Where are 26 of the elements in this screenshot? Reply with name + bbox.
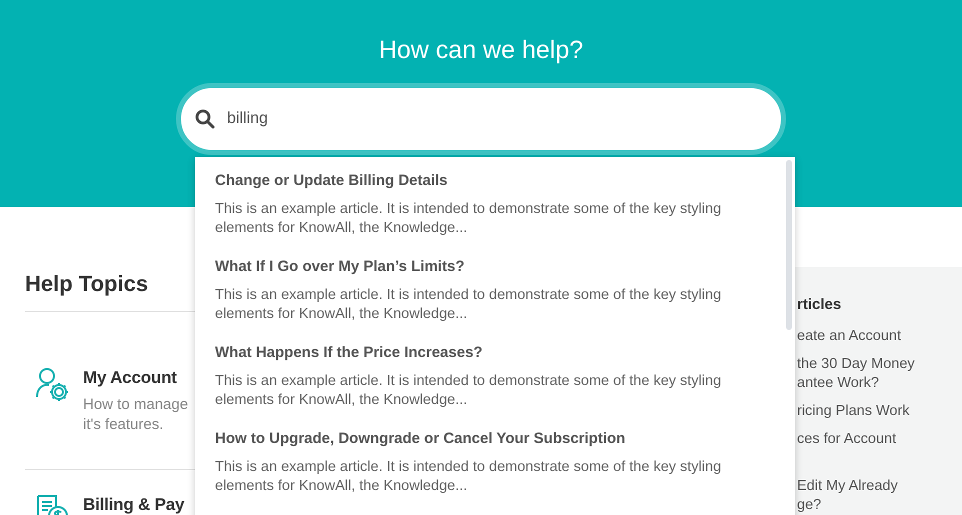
article-link[interactable]: antee Work? [797,374,962,393]
article-link[interactable]: the 30 Day Money [797,355,962,374]
search-icon [195,109,215,129]
result-excerpt: This is an example article. It is intended to demonstrate some of the key styling elements for KnowAll, the Knowledge... [215,458,722,496]
result-title-link[interactable]: What Happens If the Price Increases? [215,343,775,363]
panel-heading: rticles [797,295,842,315]
topic-title-link[interactable]: My Account [83,367,188,389]
search-input[interactable]: billing [225,106,781,132]
topic-title-link[interactable]: Billing & Pay [83,494,184,515]
result-excerpt: This is an example article. It is intended to demonstrate some of the key styling elements for KnowAll, the Knowledge... [215,286,722,324]
scrollbar-thumb[interactable] [786,160,792,330]
page-heading: How can we help? [378,35,584,66]
topic-description: How to manage it's features. [83,395,188,435]
result-excerpt: This is an example article. It is intended to demonstrate some of the key styling elements for KnowAll, the Knowledge... [215,372,722,410]
result-title-link[interactable]: Change or Update Billing Details [215,171,775,191]
result-title-link[interactable]: What If I Go over My Plan’s Limits? [215,257,775,277]
search-field[interactable]: billing [176,83,786,155]
article-link[interactable]: ge? [797,496,962,515]
article-link[interactable]: ces for Account [797,430,962,449]
invoice-coin-icon [35,494,69,515]
article-link[interactable]: Edit My Already [797,477,962,496]
article-link[interactable]: eate an Account [797,327,962,346]
article-link[interactable]: ricing Plans Work [797,402,962,421]
result-title-link[interactable]: How to Upgrade, Downgrade or Cancel Your Subscription [215,429,775,449]
user-gear-icon [35,367,69,403]
result-excerpt: This is an example article. It is intended to demonstrate some of the key styling elements for KnowAll, the Knowledge... [215,200,722,238]
